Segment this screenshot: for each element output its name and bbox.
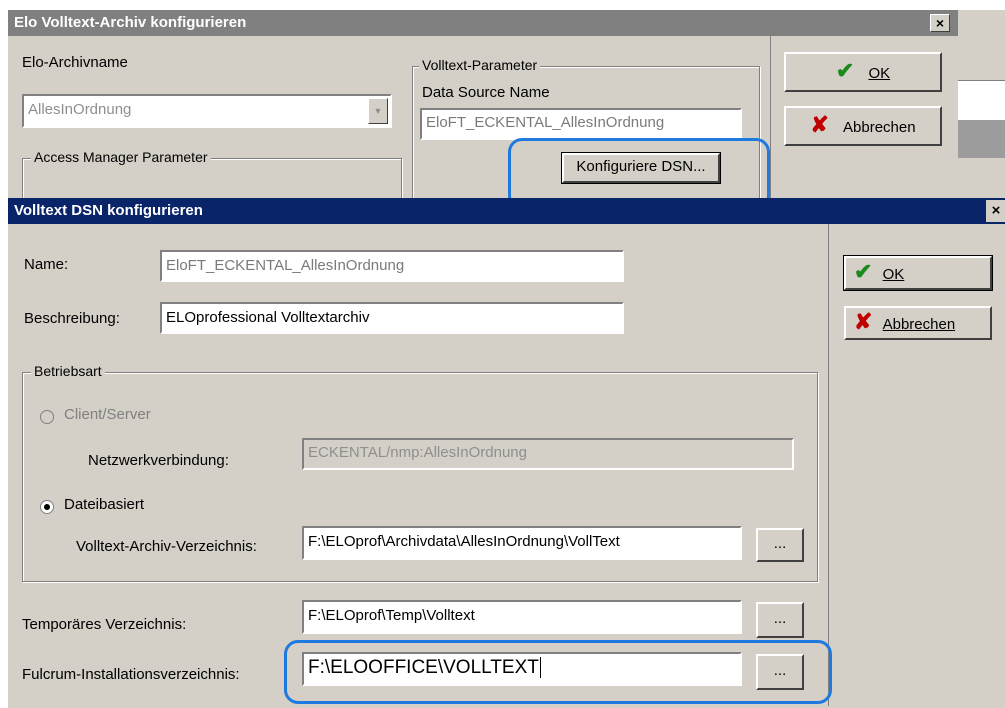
back-dialog: Elo Volltext-Archiv konfigurieren × Elo-… (8, 10, 958, 218)
client-server-label: Client/Server (64, 406, 151, 423)
dsn-label: Data Source Name (422, 84, 550, 101)
beschreibung-field[interactable]: ELOprofessional Volltextarchiv (160, 302, 624, 334)
front-dialog: Volltext DSN konfigurieren × Name: EloFT… (8, 198, 1005, 708)
temp-browse-button[interactable]: ... (756, 602, 804, 638)
archivname-label: Elo-Archivname (22, 54, 128, 71)
client-server-radio[interactable] (40, 410, 54, 424)
netzwerk-field[interactable]: ECKENTAL/nmp:AllesInOrdnung (302, 438, 794, 470)
back-dialog-titlebar: Elo Volltext-Archiv konfigurieren (8, 10, 958, 36)
back-ok-button[interactable]: ✔ OK (784, 52, 942, 92)
dropdown-arrow-icon: ▼ (368, 98, 388, 124)
cross-icon: ✘ (810, 112, 829, 137)
dateibasiert-radio[interactable] (40, 500, 54, 514)
front-dialog-title: Volltext DSN konfigurieren (14, 202, 203, 219)
beschreibung-label: Beschreibung: (24, 310, 120, 327)
archiv-verz-field[interactable]: F:\ELOprof\Archivdata\AllesInOrdnung\Vol… (302, 526, 742, 560)
check-icon: ✔ (854, 259, 873, 284)
netzwerk-label: Netzwerkverbindung: (88, 452, 229, 469)
temp-field[interactable]: F:\ELOprof\Temp\Volltext (302, 600, 742, 634)
dateibasiert-label: Dateibasiert (64, 496, 145, 513)
name-field[interactable]: EloFT_ECKENTAL_AllesInOrdnung (160, 250, 624, 282)
archiv-verz-label: Volltext-Archiv-Verzeichnis: (76, 538, 257, 555)
front-cancel-button[interactable]: ✘ Abbrechen (844, 306, 992, 340)
temp-label: Temporäres Verzeichnis: (22, 616, 187, 633)
back-dialog-divider (770, 36, 771, 210)
cross-icon: ✘ (854, 309, 873, 334)
back-dialog-title: Elo Volltext-Archiv konfigurieren (14, 14, 247, 31)
back-cancel-button[interactable]: ✘ Abbrechen (784, 106, 942, 146)
background-window-edge (958, 10, 1005, 200)
dsn-field[interactable]: EloFT_ECKENTAL_AllesInOrdnung (420, 108, 742, 140)
back-close-button[interactable]: × (930, 14, 950, 32)
betriebsart-label: Betriebsart (31, 363, 105, 379)
fulcrum-label: Fulcrum-Installationsverzeichnis: (22, 666, 240, 683)
access-manager-label: Access Manager Parameter (31, 149, 211, 165)
highlight-fulcrum-field (284, 640, 832, 704)
archivname-select[interactable]: AllesInOrdnung ▼ (22, 94, 392, 128)
volltext-parameter-label: Volltext-Parameter (419, 57, 541, 73)
front-dialog-titlebar: Volltext DSN konfigurieren (8, 198, 1005, 224)
archiv-verz-browse-button[interactable]: ... (756, 528, 804, 562)
front-ok-button[interactable]: ✔ OK (843, 255, 993, 291)
name-label: Name: (24, 256, 69, 273)
front-close-icon[interactable]: × (986, 200, 1005, 222)
check-icon: ✔ (835, 58, 855, 83)
